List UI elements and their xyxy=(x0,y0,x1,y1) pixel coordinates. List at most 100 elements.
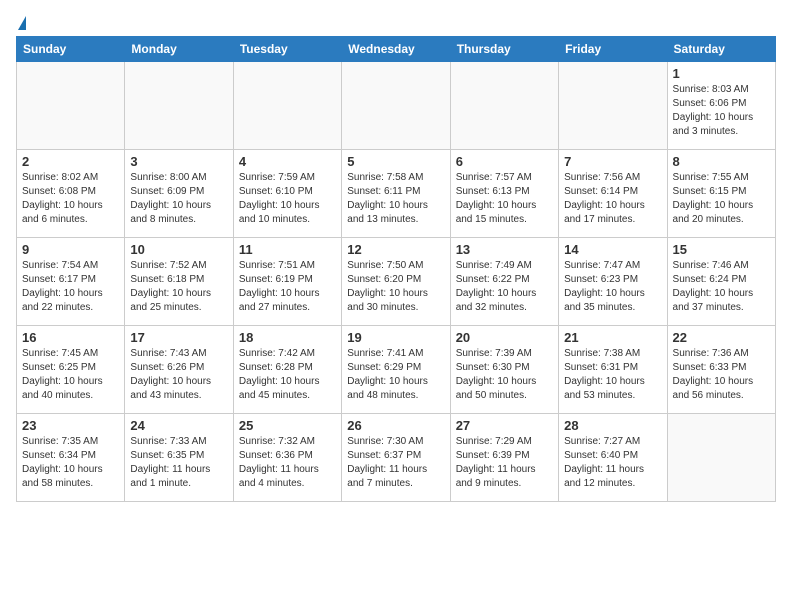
calendar-day-cell: 11 Sunrise: 7:51 AM Sunset: 6:19 PM Dayli… xyxy=(233,238,341,326)
day-number: 10 xyxy=(130,242,227,257)
day-info: Sunrise: 8:00 AM Sunset: 6:09 PM Dayligh… xyxy=(130,171,227,227)
day-number: 27 xyxy=(456,418,553,433)
day-info: Sunrise: 7:29 AM Sunset: 6:39 PM Dayligh… xyxy=(456,435,553,491)
day-info: Sunrise: 7:59 AM Sunset: 6:10 PM Dayligh… xyxy=(239,171,336,227)
calendar-day-cell: 15Sunrise: 7:46 AM Sunset: 6:24 PM Dayli… xyxy=(667,238,775,326)
calendar-day-cell: 28 Sunrise: 7:27 AM Sunset: 6:40 PM Dayli… xyxy=(559,414,667,502)
logo-triangle-icon xyxy=(18,16,26,30)
day-number: 17 xyxy=(130,330,227,345)
calendar-day-cell: 27 Sunrise: 7:29 AM Sunset: 6:39 PM Dayli… xyxy=(450,414,558,502)
day-number: 23 xyxy=(22,418,119,433)
calendar-day-cell: 18 Sunrise: 7:42 AM Sunset: 6:28 PM Dayli… xyxy=(233,326,341,414)
day-number: 12 xyxy=(347,242,444,257)
calendar-day-cell: 10 Sunrise: 7:52 AM Sunset: 6:18 PM Dayli… xyxy=(125,238,233,326)
calendar-day-cell: 5 Sunrise: 7:58 AM Sunset: 6:11 PM Daylig… xyxy=(342,150,450,238)
day-info: Sunrise: 7:39 AM Sunset: 6:30 PM Dayligh… xyxy=(456,347,553,403)
day-number: 28 xyxy=(564,418,661,433)
day-number: 20 xyxy=(456,330,553,345)
calendar-day-cell xyxy=(450,62,558,150)
day-info: Sunrise: 7:55 AM Sunset: 6:15 PM Dayligh… xyxy=(673,171,770,227)
day-number: 22 xyxy=(673,330,770,345)
calendar-day-cell: 8 Sunrise: 7:55 AM Sunset: 6:15 PM Daylig… xyxy=(667,150,775,238)
day-number: 15 xyxy=(673,242,770,257)
calendar-day-cell: 23 Sunrise: 7:35 AM Sunset: 6:34 PM Dayli… xyxy=(17,414,125,502)
day-info: Sunrise: 7:30 AM Sunset: 6:37 PM Dayligh… xyxy=(347,435,444,491)
day-number: 11 xyxy=(239,242,336,257)
day-number: 19 xyxy=(347,330,444,345)
day-info: Sunrise: 7:38 AM Sunset: 6:31 PM Dayligh… xyxy=(564,347,661,403)
day-info: Sunrise: 7:27 AM Sunset: 6:40 PM Dayligh… xyxy=(564,435,661,491)
day-number: 25 xyxy=(239,418,336,433)
day-info: Sunrise: 7:35 AM Sunset: 6:34 PM Dayligh… xyxy=(22,435,119,491)
weekday-header-cell: Monday xyxy=(125,37,233,62)
calendar-week-row: 1 Sunrise: 8:03 AM Sunset: 6:06 PM Daylig… xyxy=(17,62,776,150)
day-info: Sunrise: 7:54 AM Sunset: 6:17 PM Dayligh… xyxy=(22,259,119,315)
day-number: 2 xyxy=(22,154,119,169)
weekday-header-cell: Tuesday xyxy=(233,37,341,62)
calendar-body: 1 Sunrise: 8:03 AM Sunset: 6:06 PM Daylig… xyxy=(17,62,776,502)
day-number: 26 xyxy=(347,418,444,433)
day-number: 21 xyxy=(564,330,661,345)
day-info: Sunrise: 7:36 AM Sunset: 6:33 PM Dayligh… xyxy=(673,347,770,403)
day-number: 8 xyxy=(673,154,770,169)
weekday-header-cell: Friday xyxy=(559,37,667,62)
calendar-week-row: 9 Sunrise: 7:54 AM Sunset: 6:17 PM Daylig… xyxy=(17,238,776,326)
day-info: Sunrise: 7:41 AM Sunset: 6:29 PM Dayligh… xyxy=(347,347,444,403)
calendar-day-cell: 14Sunrise: 7:47 AM Sunset: 6:23 PM Dayli… xyxy=(559,238,667,326)
day-info: Sunrise: 7:47 AM Sunset: 6:23 PM Dayligh… xyxy=(564,259,661,315)
day-number: 7 xyxy=(564,154,661,169)
day-info: Sunrise: 7:42 AM Sunset: 6:28 PM Dayligh… xyxy=(239,347,336,403)
calendar-day-cell: 7 Sunrise: 7:56 AM Sunset: 6:14 PM Daylig… xyxy=(559,150,667,238)
day-info: Sunrise: 7:33 AM Sunset: 6:35 PM Dayligh… xyxy=(130,435,227,491)
day-info: Sunrise: 7:58 AM Sunset: 6:11 PM Dayligh… xyxy=(347,171,444,227)
day-number: 9 xyxy=(22,242,119,257)
day-number: 5 xyxy=(347,154,444,169)
weekday-header-cell: Saturday xyxy=(667,37,775,62)
calendar-day-cell xyxy=(559,62,667,150)
calendar-day-cell: 16 Sunrise: 7:45 AM Sunset: 6:25 PM Dayli… xyxy=(17,326,125,414)
day-info: Sunrise: 7:50 AM Sunset: 6:20 PM Dayligh… xyxy=(347,259,444,315)
calendar-week-row: 23 Sunrise: 7:35 AM Sunset: 6:34 PM Dayli… xyxy=(17,414,776,502)
day-info: Sunrise: 7:52 AM Sunset: 6:18 PM Dayligh… xyxy=(130,259,227,315)
calendar-day-cell xyxy=(342,62,450,150)
weekday-header-cell: Thursday xyxy=(450,37,558,62)
day-number: 18 xyxy=(239,330,336,345)
calendar-week-row: 16 Sunrise: 7:45 AM Sunset: 6:25 PM Dayli… xyxy=(17,326,776,414)
day-number: 13 xyxy=(456,242,553,257)
day-info: Sunrise: 7:45 AM Sunset: 6:25 PM Dayligh… xyxy=(22,347,119,403)
calendar-day-cell: 20 Sunrise: 7:39 AM Sunset: 6:30 PM Dayli… xyxy=(450,326,558,414)
day-info: Sunrise: 7:56 AM Sunset: 6:14 PM Dayligh… xyxy=(564,171,661,227)
calendar-day-cell: 19 Sunrise: 7:41 AM Sunset: 6:29 PM Dayli… xyxy=(342,326,450,414)
day-info: Sunrise: 8:02 AM Sunset: 6:08 PM Dayligh… xyxy=(22,171,119,227)
logo xyxy=(16,16,26,30)
calendar-day-cell: 1 Sunrise: 8:03 AM Sunset: 6:06 PM Daylig… xyxy=(667,62,775,150)
day-number: 4 xyxy=(239,154,336,169)
weekday-header-cell: Wednesday xyxy=(342,37,450,62)
calendar-day-cell xyxy=(233,62,341,150)
day-number: 3 xyxy=(130,154,227,169)
day-info: Sunrise: 7:43 AM Sunset: 6:26 PM Dayligh… xyxy=(130,347,227,403)
calendar-day-cell: 6 Sunrise: 7:57 AM Sunset: 6:13 PM Daylig… xyxy=(450,150,558,238)
day-number: 1 xyxy=(673,66,770,81)
calendar-table: SundayMondayTuesdayWednesdayThursdayFrid… xyxy=(16,36,776,502)
day-info: Sunrise: 7:51 AM Sunset: 6:19 PM Dayligh… xyxy=(239,259,336,315)
calendar-day-cell: 21 Sunrise: 7:38 AM Sunset: 6:31 PM Dayli… xyxy=(559,326,667,414)
day-info: Sunrise: 8:03 AM Sunset: 6:06 PM Dayligh… xyxy=(673,83,770,139)
calendar-day-cell xyxy=(125,62,233,150)
calendar-day-cell xyxy=(17,62,125,150)
calendar-day-cell: 26 Sunrise: 7:30 AM Sunset: 6:37 PM Dayli… xyxy=(342,414,450,502)
day-number: 24 xyxy=(130,418,227,433)
page-header xyxy=(16,16,776,30)
calendar-day-cell: 25 Sunrise: 7:32 AM Sunset: 6:36 PM Dayli… xyxy=(233,414,341,502)
weekday-header-cell: Sunday xyxy=(17,37,125,62)
day-number: 16 xyxy=(22,330,119,345)
calendar-day-cell: 17 Sunrise: 7:43 AM Sunset: 6:26 PM Dayli… xyxy=(125,326,233,414)
calendar-day-cell xyxy=(667,414,775,502)
calendar-day-cell: 24 Sunrise: 7:33 AM Sunset: 6:35 PM Dayli… xyxy=(125,414,233,502)
calendar-day-cell: 4 Sunrise: 7:59 AM Sunset: 6:10 PM Daylig… xyxy=(233,150,341,238)
calendar-day-cell: 2 Sunrise: 8:02 AM Sunset: 6:08 PM Daylig… xyxy=(17,150,125,238)
day-info: Sunrise: 7:57 AM Sunset: 6:13 PM Dayligh… xyxy=(456,171,553,227)
day-number: 6 xyxy=(456,154,553,169)
day-info: Sunrise: 7:32 AM Sunset: 6:36 PM Dayligh… xyxy=(239,435,336,491)
calendar-week-row: 2 Sunrise: 8:02 AM Sunset: 6:08 PM Daylig… xyxy=(17,150,776,238)
